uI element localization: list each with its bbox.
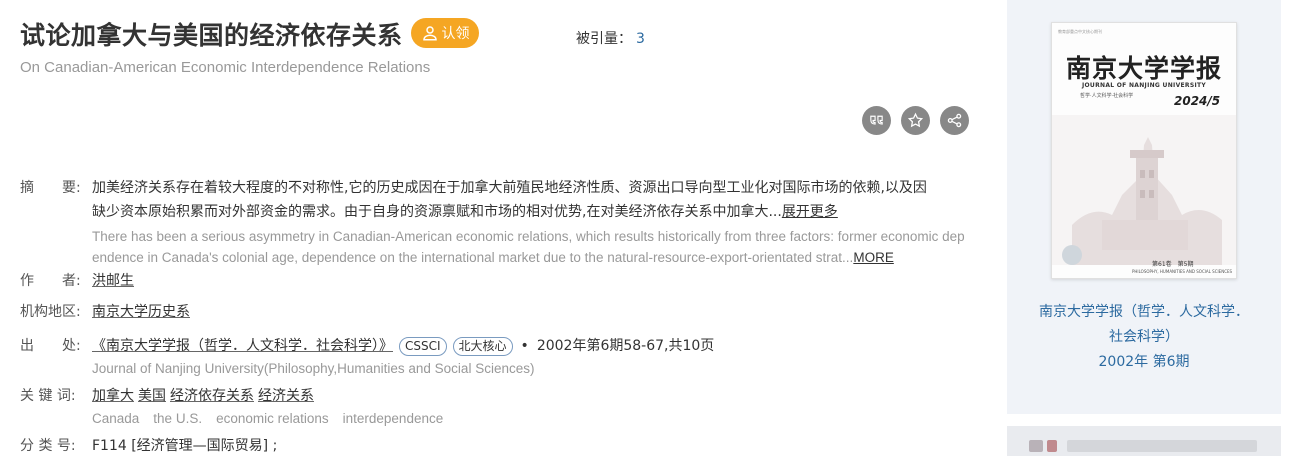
keyword-link[interactable]: 加拿大 (92, 388, 134, 404)
author-link[interactable]: 洪邮生 (92, 273, 134, 289)
journal-issue: 2002年 第6期 (1098, 354, 1190, 370)
user-icon (422, 26, 437, 41)
english-title: On Canadian-American Economic Interdepen… (20, 59, 431, 76)
keyword-en: Canada (92, 411, 140, 426)
keyword-en: interdependence (342, 411, 444, 426)
keyword-link[interactable]: 经济依存关系 (170, 388, 254, 404)
keywords-field: 关 键 词: 加拿大 美国 经济依存关系 经济关系 Canada the U.S. eco… (20, 384, 980, 428)
page-title: 试论加拿大与美国的经济依存关系 (20, 21, 403, 50)
org-link[interactable]: 南京大学历史系 (92, 304, 190, 320)
blurred-thumbnail (1029, 440, 1043, 452)
claim-button[interactable]: 认领 (411, 18, 479, 48)
cover-volume: 第61卷 第5期 (1152, 261, 1194, 268)
source-journal-link[interactable]: 《南京大学学报（哲学．人文科学．社会科学）》 (92, 338, 393, 354)
pku-core-tag[interactable]: 北大核心 (452, 337, 513, 356)
source-label: 出 处: (20, 338, 81, 354)
favorite-button[interactable] (901, 106, 930, 135)
quote-button[interactable] (862, 106, 891, 135)
keyword-en: economic relations (216, 411, 329, 426)
abstract-field: 摘 要: 加美经济关系存在着较大程度的不对称性,它的历史成因在于加拿大前殖民地经… (20, 176, 980, 266)
cover-subtitle: 哲学·人文科学·社会科学 (1080, 93, 1134, 99)
abstract-zh-line1: 加美经济关系存在着较大程度的不对称性,它的历史成因在于加拿大前殖民地经济性质、资… (92, 180, 927, 196)
blurred-thumbnail (1047, 440, 1057, 452)
journal-name: 南京大学学报（哲学．人文科学．社会科学） (1039, 304, 1249, 345)
abstract-zh: 缺少资本原始积累而对外部资金的需求。由于自身的资源禀赋和市场的相对优势,在对美经… (92, 200, 982, 224)
keyword-en: the U.S. (153, 411, 203, 426)
author-label: 作 者: (20, 273, 81, 289)
source-detail: 2002年第6期58-67,共10页 (536, 338, 715, 354)
star-icon (907, 112, 924, 128)
more-link[interactable]: MORE (853, 250, 894, 265)
cover-bottom-english: PHILOSOPHY, HUMANITIES AND SOCIAL SCIENC… (1132, 269, 1233, 274)
journal-sidebar: 教育部重点中文核心期刊 南京大学学报 JOURNAL OF NANJING UN… (1007, 0, 1281, 414)
cover-title: 南京大学学报 (1065, 54, 1222, 83)
separator-dot: • (520, 338, 529, 354)
abstract-zh-line2: 缺少资本原始积累而对外部资金的需求。由于自身的资源禀赋和市场的相对优势,在对美经… (92, 204, 782, 220)
journal-cover[interactable]: 教育部重点中文核心期刊 南京大学学报 JOURNAL OF NANJING UN… (1051, 22, 1237, 279)
action-icons (862, 106, 969, 135)
share-button[interactable] (940, 106, 969, 135)
quote-icon (870, 115, 883, 125)
journal-name-link[interactable]: 南京大学学报（哲学．人文科学．社会科学） 2002年 第6期 (1037, 300, 1251, 375)
abstract-en-line2: endence in Canada's colonial age, depend… (92, 250, 854, 265)
abstract-en: endence in Canada's colonial age, depend… (92, 247, 982, 268)
author-field: 作 者: 洪邮生 (20, 269, 980, 293)
cover-issue: 2024/5 (1174, 94, 1221, 108)
sidebar-blurred-panel (1007, 426, 1281, 456)
cover-english: JOURNAL OF NANJING UNIVERSITY (1081, 82, 1207, 89)
claim-label: 认领 (441, 26, 470, 42)
cssci-tag[interactable]: CSSCI (399, 337, 447, 356)
cited-label: 被引量： (576, 31, 632, 47)
org-label: 机构地区: (20, 304, 81, 320)
source-english: Journal of Nanjing University(Philosophy… (92, 361, 535, 376)
classification-label: 分 类 号: (20, 438, 76, 454)
classification-value: F114 [经济管理—国际贸易] ; (92, 438, 278, 454)
keyword-link[interactable]: 经济关系 (258, 388, 314, 404)
abstract-en-line1: There has been a serious asymmetry in Ca… (92, 229, 965, 244)
cover-building-image (1052, 115, 1236, 265)
share-icon (947, 113, 962, 128)
cited-count: 被引量： 3 (576, 28, 645, 48)
source-field: 出 处: 《南京大学学报（哲学．人文科学．社会科学）》 CSSCI 北大核心 • 200… (20, 334, 980, 378)
cover-top-text: 教育部重点中文核心期刊 (1058, 29, 1102, 34)
expand-more-link[interactable]: 展开更多 (782, 204, 838, 220)
article-main: 试论加拿大与美国的经济依存关系 认领 被引量： 3 On Canadian-Ame… (0, 0, 1000, 456)
abstract-label: 摘 要: (20, 180, 81, 196)
abstract-content: 加美经济关系存在着较大程度的不对称性,它的历史成因在于加拿大前殖民地经济性质、资… (92, 176, 982, 268)
org-field: 机构地区: 南京大学历史系 (20, 300, 980, 324)
cited-number[interactable]: 3 (636, 31, 645, 47)
keywords-label: 关 键 词: (20, 388, 76, 404)
keyword-link[interactable]: 美国 (138, 388, 166, 404)
blurred-text (1067, 440, 1257, 452)
classification-field: 分 类 号: F114 [经济管理—国际贸易] ; (20, 434, 980, 456)
